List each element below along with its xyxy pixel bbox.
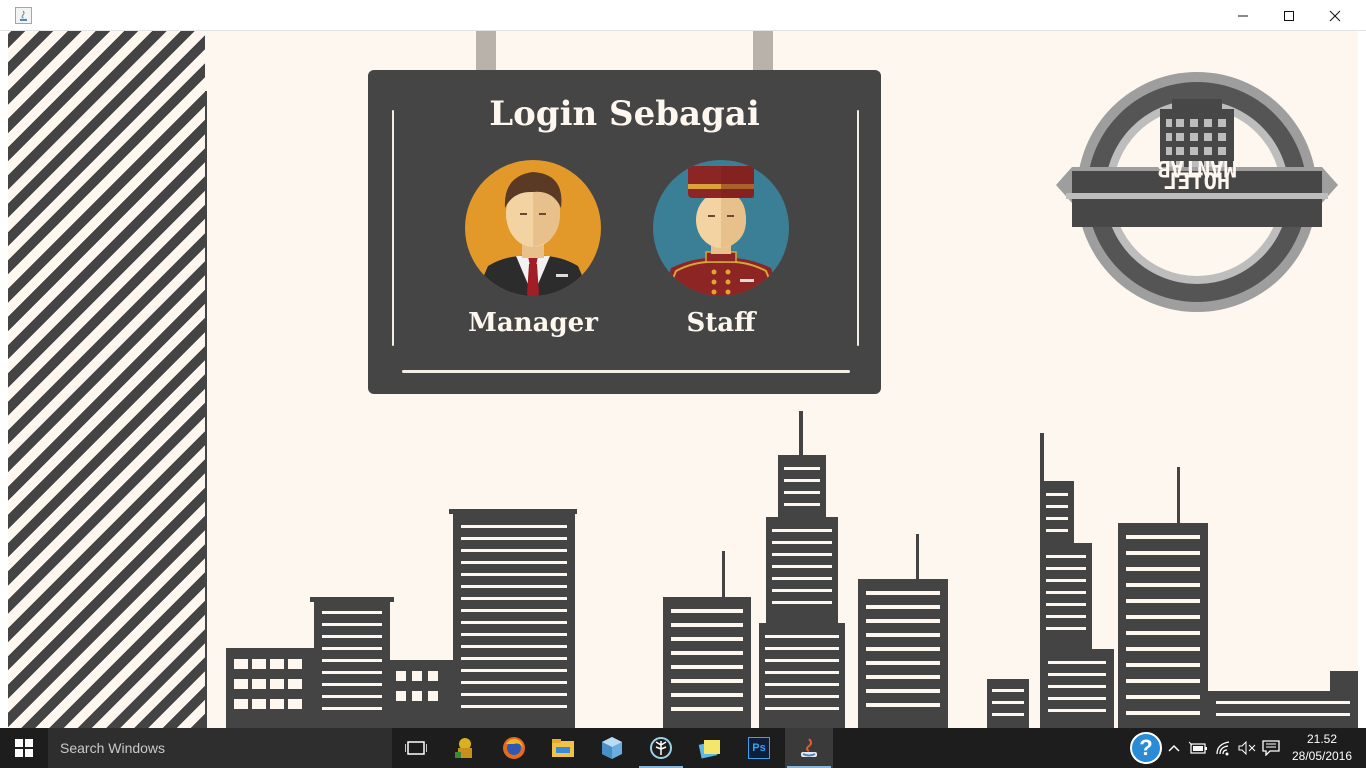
search-placeholder: Search Windows — [60, 740, 166, 756]
task-view-icon — [405, 741, 427, 755]
taskbar-game-app[interactable] — [441, 728, 489, 768]
start-button[interactable] — [0, 728, 48, 768]
striped-edge-line — [205, 91, 207, 728]
firefox-icon — [503, 737, 525, 759]
maximize-button[interactable] — [1266, 0, 1312, 31]
staff-label: Staff — [686, 308, 756, 338]
clock-time: 21.52 — [1306, 732, 1338, 746]
windows-taskbar: Search Windows Ps ? 21.52 28/05/2016 — [0, 728, 1366, 768]
cube-icon — [602, 737, 622, 759]
java-app-icon — [15, 7, 32, 24]
show-hidden-icons-button[interactable] — [1166, 728, 1182, 768]
action-center-button[interactable] — [1260, 728, 1282, 768]
manager-label: Manager — [468, 308, 598, 338]
staff-login-button[interactable]: Staff — [636, 156, 806, 356]
hotel-mantab-logo: HOTEL MANTAB — [1052, 67, 1342, 317]
minimize-button[interactable] — [1220, 0, 1266, 31]
network-status[interactable] — [1212, 728, 1236, 768]
help-button[interactable]: ? — [1130, 732, 1162, 764]
java-icon — [801, 738, 817, 757]
taskbar-3d-app[interactable] — [588, 728, 636, 768]
photoshop-icon-label: Ps — [752, 742, 766, 754]
striped-decoration — [8, 31, 205, 728]
sign-frame-bottom — [402, 370, 850, 373]
chevron-up-icon — [1168, 744, 1180, 752]
volume-control[interactable] — [1236, 728, 1258, 768]
wifi-icon — [1216, 741, 1230, 756]
battery-icon — [1188, 741, 1207, 754]
city-skyline-illustration — [226, 411, 1358, 728]
task-view-button[interactable] — [392, 728, 440, 768]
battery-status[interactable] — [1186, 728, 1210, 768]
staff-avatar-icon — [653, 160, 789, 296]
taskbar-java-app[interactable] — [785, 728, 833, 768]
login-sign-panel: Login Sebagai Manager Staff — [368, 70, 881, 394]
login-title: Login Sebagai — [489, 94, 760, 134]
tree-emblem-icon — [650, 737, 672, 759]
notification-icon — [1262, 740, 1280, 756]
search-box[interactable]: Search Windows — [48, 728, 392, 768]
sign-frame-left — [392, 110, 394, 346]
manager-login-button[interactable]: Manager — [448, 156, 618, 356]
sticky-notes-icon — [698, 740, 720, 759]
taskbar-firefox[interactable] — [490, 728, 538, 768]
clock-date: 28/05/2016 — [1291, 749, 1353, 763]
folder-icon — [552, 739, 574, 757]
speaker-muted-icon — [1238, 741, 1256, 755]
manager-avatar-icon — [465, 160, 601, 296]
window-left-border — [0, 31, 8, 728]
photoshop-icon: Ps — [748, 737, 770, 759]
taskbar-file-explorer[interactable] — [539, 728, 587, 768]
close-button[interactable] — [1312, 0, 1358, 31]
system-clock[interactable]: 21.52 28/05/2016 — [1284, 731, 1360, 765]
taskbar-photoshop[interactable]: Ps — [735, 728, 783, 768]
window-titlebar — [0, 0, 1366, 31]
sign-pole-left — [476, 31, 496, 71]
sign-pole-right — [753, 31, 773, 71]
taskbar-sticky-notes[interactable] — [686, 728, 734, 768]
taskbar-tree-app[interactable] — [637, 728, 685, 768]
logo-line2: MANTAB — [1157, 155, 1236, 180]
windows-logo-icon — [15, 739, 33, 757]
sign-frame-right — [857, 110, 859, 346]
game-character-icon — [455, 738, 472, 758]
app-canvas: Login Sebagai Manager Staff HOTEL MANTAB — [0, 31, 1366, 728]
